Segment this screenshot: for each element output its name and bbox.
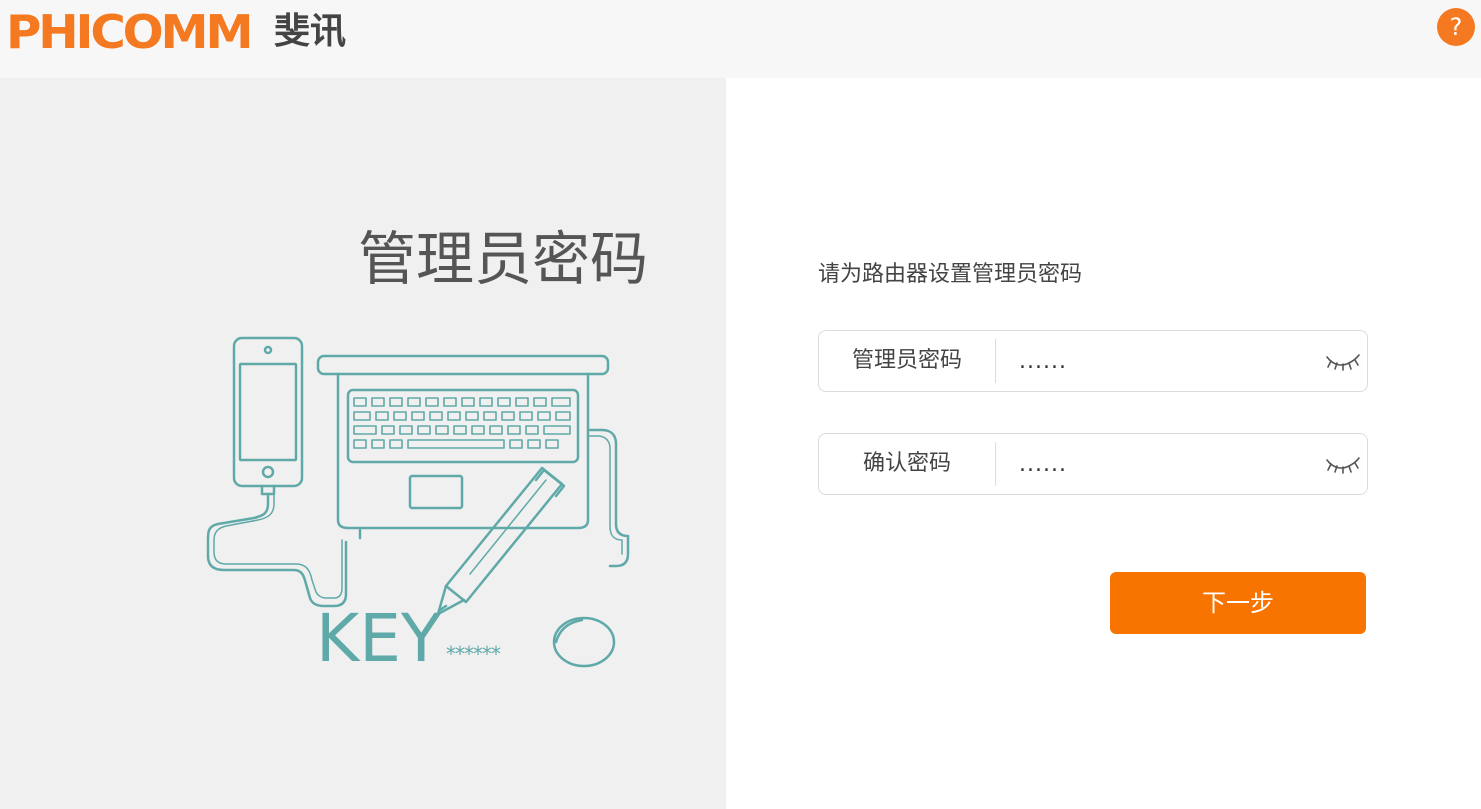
next-step-button[interactable]: 下一步 <box>1110 572 1366 634</box>
admin-password-label: 管理员密码 <box>851 348 962 373</box>
panel-title: 管理员密码 <box>358 225 649 293</box>
confirm-password-input[interactable] <box>1019 444 1309 484</box>
eye-closed-icon[interactable] <box>1323 349 1363 373</box>
laptop-icon <box>316 354 610 540</box>
password-form-panel: 请为路由器设置管理员密码 管理员密码 确认密码 下一步 <box>726 78 1481 809</box>
logo-chinese-text: 斐讯 <box>274 11 347 52</box>
phicomm-logo: PHICOMM 斐讯 <box>6 2 346 62</box>
key-stars: ****** <box>446 642 501 666</box>
mouse-icon <box>552 616 616 668</box>
confirm-password-field: 确认密码 <box>818 433 1368 495</box>
field-divider <box>995 339 996 383</box>
key-label: KEY <box>316 600 442 677</box>
field-divider <box>995 442 996 486</box>
pencil-icon <box>436 466 566 616</box>
left-illustration-panel: 管理员密码 KEY ****** <box>0 78 726 809</box>
logo-brand-text: PHICOMM <box>6 5 254 59</box>
help-button[interactable]: ? <box>1437 8 1475 46</box>
question-mark-icon: ? <box>1449 13 1463 41</box>
form-heading: 请为路由器设置管理员密码 <box>818 262 1083 287</box>
admin-password-field: 管理员密码 <box>818 330 1368 392</box>
admin-password-input[interactable] <box>1019 341 1309 381</box>
phone-cable <box>206 492 348 608</box>
top-header: PHICOMM 斐讯 ? <box>0 0 1481 78</box>
confirm-password-label: 确认密码 <box>862 451 951 476</box>
phone-icon <box>232 336 304 496</box>
eye-closed-icon[interactable] <box>1323 452 1363 476</box>
